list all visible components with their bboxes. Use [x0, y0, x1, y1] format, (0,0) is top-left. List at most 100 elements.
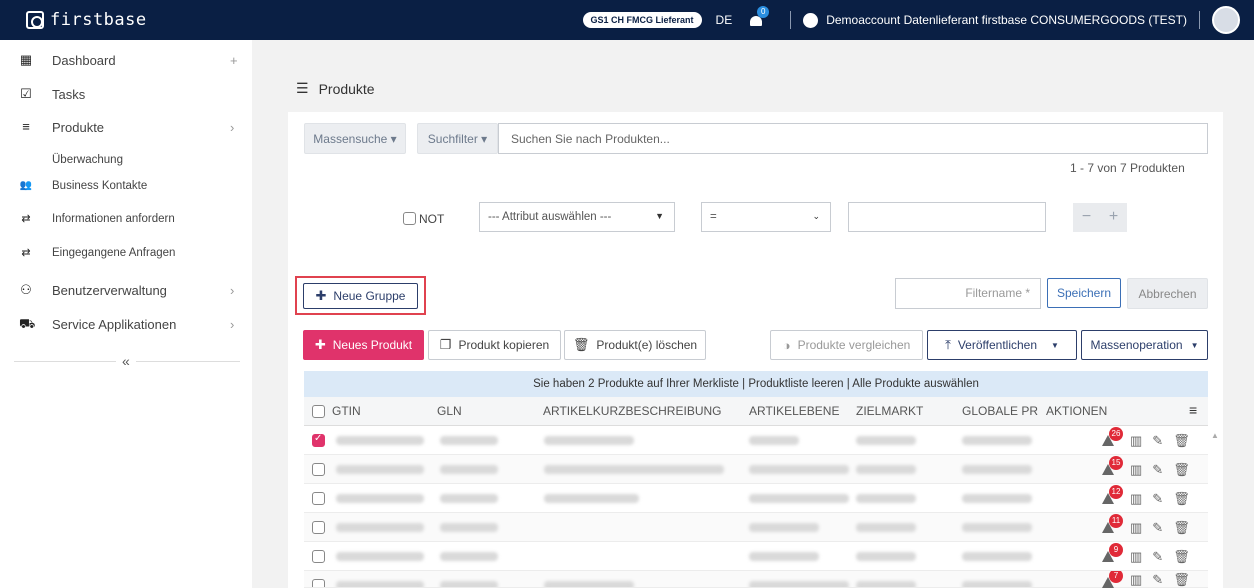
- merkliste-bar[interactable]: Sie haben 2 Produkte auf Ihrer Merkliste…: [304, 371, 1208, 397]
- avatar[interactable]: [1212, 6, 1240, 34]
- warning-icon[interactable]: 9: [1102, 543, 1123, 562]
- add-dashboard-icon[interactable]: +: [230, 53, 238, 68]
- books-icon[interactable]: ▥: [1130, 433, 1142, 449]
- table-row[interactable]: [304, 455, 1208, 484]
- logo[interactable]: firstbase: [26, 10, 147, 30]
- row-checkbox[interactable]: [312, 521, 325, 534]
- attribute-select[interactable]: --- Attribut auswählen --- ▼: [479, 202, 675, 232]
- column-header-artikelebene[interactable]: ARTIKELEBENE: [749, 404, 839, 418]
- column-header-globale-pr[interactable]: GLOBALE PR: [962, 404, 1038, 418]
- table-row[interactable]: [304, 542, 1208, 571]
- trash-icon[interactable]: 🗑: [1173, 572, 1190, 588]
- list-icon: ≡: [22, 119, 30, 134]
- edit-icon[interactable]: ✎: [1152, 520, 1163, 536]
- filter-value-input[interactable]: [848, 202, 1046, 232]
- sidebar-item-produkte[interactable]: ≡ Produkte ›: [0, 117, 252, 137]
- veroeffentlichen-button[interactable]: ⤒ Veröffentlichen ▼: [927, 330, 1077, 360]
- operator-select[interactable]: = ⌄: [701, 202, 831, 232]
- sidebar-item-eingegangene-anfragen[interactable]: ⇄ Eingegangene Anfragen: [0, 244, 252, 262]
- remove-filter-button[interactable]: −: [1073, 203, 1100, 232]
- warning-icon[interactable]: 11: [1102, 514, 1123, 533]
- top-bar: firstbase GS1 CH FMCG Lieferant DE 0 Dem…: [0, 0, 1254, 40]
- books-icon[interactable]: ▥: [1130, 549, 1142, 565]
- column-header-zielmarkt[interactable]: ZIELMARKT: [856, 404, 923, 418]
- neues-produkt-button[interactable]: ✚ Neues Produkt: [303, 330, 424, 360]
- row-checkbox[interactable]: [312, 550, 325, 563]
- sidebar-item-tasks[interactable]: ☑ Tasks: [0, 84, 252, 104]
- edit-icon[interactable]: ✎: [1152, 572, 1163, 588]
- row-checkbox[interactable]: [312, 492, 325, 505]
- warning-count: 12: [1109, 485, 1123, 499]
- warning-icon[interactable]: 15: [1102, 456, 1123, 475]
- half-circle-icon: ◑: [782, 337, 791, 353]
- neue-gruppe-button[interactable]: ✚ Neue Gruppe: [303, 283, 418, 309]
- trash-icon[interactable]: 🗑: [1173, 491, 1190, 507]
- filtername-input[interactable]: Filtername *: [895, 278, 1041, 309]
- role-badge[interactable]: GS1 CH FMCG Lieferant: [582, 12, 702, 28]
- search-input[interactable]: Suchen Sie nach Produkten...: [498, 123, 1208, 154]
- massensuche-dropdown[interactable]: Massensuche ▾: [304, 123, 406, 154]
- column-header-gtin[interactable]: GTIN: [332, 404, 361, 418]
- notification-bell-icon[interactable]: 0: [748, 6, 770, 28]
- sidebar-item-benutzerverwaltung[interactable]: ⚇ Benutzerverwaltung ›: [0, 280, 252, 300]
- table-row[interactable]: [304, 513, 1208, 542]
- table-row[interactable]: [304, 484, 1208, 513]
- language-switch[interactable]: DE: [716, 13, 733, 27]
- chevron-right-icon: ›: [230, 282, 235, 298]
- produkte-vergleichen-button[interactable]: ◑ Produkte vergleichen: [770, 330, 923, 360]
- row-checkbox[interactable]: [312, 463, 325, 476]
- notification-count: 0: [757, 6, 770, 18]
- not-label: NOT: [419, 212, 445, 226]
- warning-icon[interactable]: 26: [1102, 427, 1123, 446]
- edit-icon[interactable]: ✎: [1152, 462, 1163, 478]
- table-row[interactable]: [304, 426, 1208, 455]
- row-actions: 26 ▥ ✎ 🗑: [1102, 426, 1200, 455]
- trash-icon[interactable]: 🗑: [1173, 549, 1190, 565]
- sidebar-item-service-applikationen[interactable]: ⛟ Service Applikationen ›: [0, 314, 252, 334]
- sidebar-item-label: Eingegangene Anfragen: [52, 247, 176, 259]
- globe-icon: [803, 12, 819, 28]
- books-icon[interactable]: ▥: [1130, 491, 1142, 507]
- produkte-loeschen-label: Produkt(e) löschen: [596, 338, 698, 352]
- produkt-kopieren-button[interactable]: ❐ Produkt kopieren: [428, 330, 561, 360]
- edit-icon[interactable]: ✎: [1152, 549, 1163, 565]
- trash-icon[interactable]: 🗑: [1173, 462, 1190, 478]
- account-name[interactable]: Demoaccount Datenlieferant firstbase CON…: [826, 13, 1187, 27]
- abbrechen-button[interactable]: Abbrechen: [1127, 278, 1208, 309]
- books-icon[interactable]: ▥: [1130, 572, 1142, 588]
- add-filter-button[interactable]: +: [1100, 203, 1127, 232]
- column-header-gln[interactable]: GLN: [437, 404, 462, 418]
- not-checkbox[interactable]: [403, 212, 416, 225]
- sidebar-item-business-kontakte[interactable]: 👥 Business Kontakte: [0, 177, 252, 195]
- table-row[interactable]: [304, 571, 1208, 588]
- trash-icon[interactable]: 🗑: [1173, 433, 1190, 449]
- collapse-sidebar-button[interactable]: «: [116, 353, 136, 369]
- market-cell: [856, 494, 916, 503]
- scroll-up-icon[interactable]: ▲: [1211, 431, 1219, 440]
- sidebar-item-dashboard[interactable]: ▦ Dashboard +: [0, 50, 252, 70]
- speichern-button[interactable]: Speichern: [1047, 278, 1121, 308]
- trash-icon[interactable]: 🗑: [1173, 520, 1190, 536]
- caret-down-icon: ▼: [1051, 340, 1059, 350]
- warning-icon[interactable]: 12: [1102, 485, 1123, 504]
- row-checkbox[interactable]: [312, 433, 325, 447]
- books-icon[interactable]: ▥: [1130, 462, 1142, 478]
- row-checkbox[interactable]: [312, 579, 325, 587]
- suchfilter-dropdown[interactable]: Suchfilter ▾: [417, 123, 498, 154]
- warning-icon[interactable]: 7: [1102, 571, 1123, 588]
- logo-icon: [26, 11, 44, 29]
- books-icon[interactable]: ▥: [1130, 520, 1142, 536]
- column-header-beschreibung[interactable]: ARTIKELKURZBESCHREIBUNG: [543, 404, 721, 418]
- edit-icon[interactable]: ✎: [1152, 491, 1163, 507]
- market-cell: [856, 552, 916, 561]
- column-menu-icon[interactable]: ≡: [1189, 402, 1197, 418]
- massenoperation-button[interactable]: Massenoperation ▼: [1081, 330, 1208, 360]
- sidebar-item-informationen-anfordern[interactable]: ⇄ Informationen anfordern: [0, 210, 252, 228]
- select-all-checkbox[interactable]: [312, 405, 325, 418]
- divider: [1199, 11, 1200, 29]
- edit-icon[interactable]: ✎: [1152, 433, 1163, 449]
- produkte-loeschen-button[interactable]: 🗑 Produkt(e) löschen: [564, 330, 706, 360]
- sidebar-item-ueberwachung[interactable]: Überwachung: [0, 151, 252, 169]
- row-actions: 11 ▥ ✎ 🗑: [1102, 513, 1200, 542]
- people-icon: 👥: [19, 180, 33, 191]
